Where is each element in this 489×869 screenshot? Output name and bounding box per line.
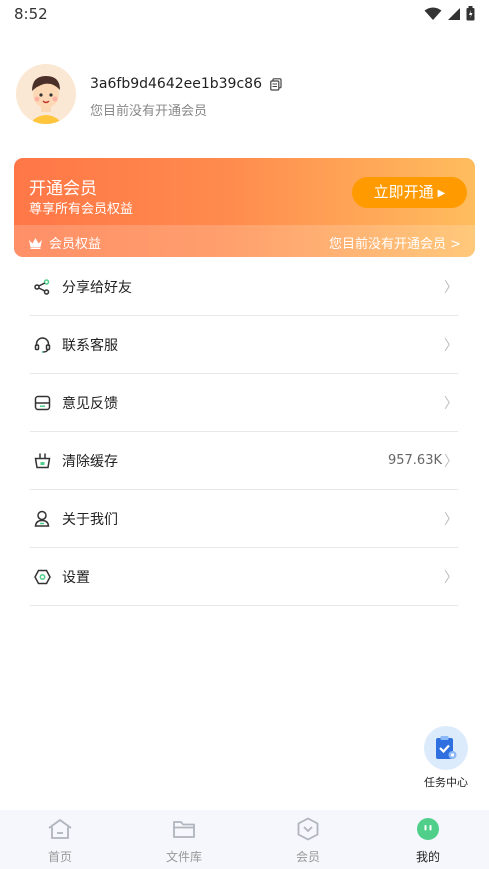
status-bar: 8:52 — [0, 0, 489, 28]
status-icons — [424, 6, 475, 21]
vip-benefits-strip[interactable]: 会员权益 您目前没有开通会员 > — [14, 225, 475, 257]
task-center-button[interactable]: 任务中心 — [422, 726, 470, 790]
vip-benefits-label: 会员权益 — [49, 237, 102, 252]
vip-shield-icon — [268, 816, 348, 842]
menu-item-settings[interactable]: 设置 〉 — [30, 548, 458, 606]
menu-item-share[interactable]: 分享给好友 〉 — [30, 258, 458, 316]
tab-label: 会员 — [295, 850, 320, 864]
menu-item-clear-cache[interactable]: 清除缓存 957.63K 〉 — [30, 432, 458, 490]
task-center-label: 任务中心 — [424, 776, 468, 789]
menu-item-label: 关于我们 — [62, 511, 118, 528]
play-triangle-icon: ▶ — [437, 188, 446, 199]
clipboard-check-icon — [424, 726, 468, 770]
menu-item-customer-service[interactable]: 联系客服 〉 — [30, 316, 458, 374]
chevron-right-icon: 〉 — [444, 337, 458, 354]
user-id: 3a6fb9d4642ee1b39c86 — [90, 76, 262, 92]
menu-item-label: 设置 — [62, 569, 90, 586]
user-id-row: 3a6fb9d4642ee1b39c86 — [90, 76, 282, 92]
crown-icon — [29, 237, 42, 249]
chevron-right-icon: 〉 — [444, 511, 458, 528]
menu-item-label: 意见反馈 — [62, 395, 118, 412]
feedback-icon — [31, 392, 53, 414]
share-icon — [31, 276, 53, 298]
battery-icon — [466, 6, 475, 21]
vip-status-link[interactable]: 您目前没有开通会员 > — [329, 233, 461, 252]
bottom-tab-bar: 首页 文件库 会员 我的 — [0, 810, 489, 869]
menu-item-label: 分享给好友 — [62, 279, 132, 296]
menu-item-feedback[interactable]: 意见反馈 〉 — [30, 374, 458, 432]
headset-icon — [31, 334, 53, 356]
open-vip-button[interactable]: 立即开通 ▶ — [352, 177, 467, 208]
wifi-icon — [424, 7, 442, 20]
menu-item-label: 清除缓存 — [62, 453, 118, 470]
status-time: 8:52 — [14, 5, 48, 23]
vip-card[interactable]: 开通会员 尊享所有会员权益 立即开通 ▶ 会员权益 您目前没有开通会员 > — [14, 158, 475, 257]
tab-files[interactable]: 文件库 — [144, 816, 224, 865]
vip-benefits[interactable]: 会员权益 — [28, 233, 101, 252]
profile-header[interactable]: 3a6fb9d4642ee1b39c86 您目前没有开通会员 — [16, 64, 476, 128]
folder-icon — [144, 816, 224, 842]
tab-label: 文件库 — [165, 850, 202, 864]
chevron-right-icon: 〉 — [444, 279, 458, 296]
chevron-right-icon: 〉 — [444, 569, 458, 586]
copy-icon[interactable] — [270, 77, 282, 91]
open-vip-button-label: 立即开通 — [373, 183, 434, 201]
chevron-right-icon: 〉 — [444, 395, 458, 412]
signal-icon — [448, 7, 460, 20]
chevron-right-icon: 〉 — [444, 453, 458, 470]
settings-icon — [31, 566, 53, 588]
tab-home[interactable]: 首页 — [20, 816, 100, 865]
membership-status-text: 您目前没有开通会员 — [90, 104, 208, 119]
tab-label: 我的 — [415, 850, 440, 864]
person-icon — [31, 508, 53, 530]
home-icon — [20, 816, 100, 842]
vip-title: 开通会员 — [29, 179, 97, 199]
settings-menu: 分享给好友 〉 联系客服 〉 意见反馈 〉 清除缓存 957.63K 〉 关于我… — [30, 258, 458, 606]
basket-icon — [31, 450, 53, 472]
cache-size-value: 957.63K — [387, 453, 442, 468]
menu-item-label: 联系客服 — [62, 337, 118, 354]
avatar[interactable] — [16, 64, 76, 124]
tab-vip[interactable]: 会员 — [268, 816, 348, 865]
tab-mine[interactable]: 我的 — [388, 816, 468, 865]
tab-label: 首页 — [47, 850, 72, 864]
menu-item-about[interactable]: 关于我们 〉 — [30, 490, 458, 548]
profile-face-icon — [388, 816, 468, 842]
vip-subtitle: 尊享所有会员权益 — [29, 202, 134, 217]
